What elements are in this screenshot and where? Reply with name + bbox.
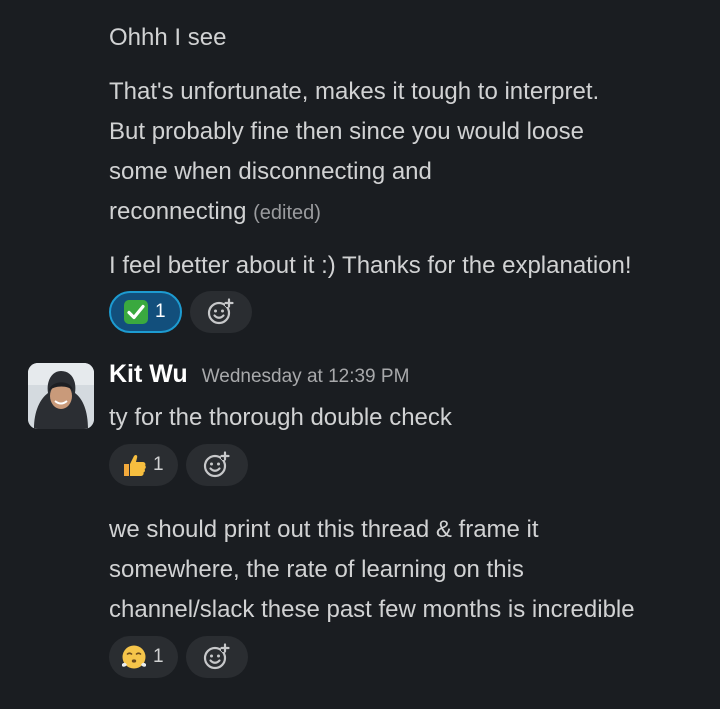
avatar[interactable] [28, 363, 94, 429]
message-text: I feel better about it :) Thanks for the… [109, 252, 632, 279]
message-text: ty for the thorough double check [109, 404, 452, 431]
message-text: Ohhh I see [109, 24, 227, 51]
reaction-bar: 1 [109, 636, 248, 678]
face-with-steam-icon [122, 645, 146, 669]
message-text: That's unfortunate, makes it tough to in… [109, 72, 599, 233]
reaction-count: 1 [153, 646, 164, 667]
message-text: we should print out this thread & frame … [109, 516, 635, 623]
user-avatar-image [28, 363, 94, 429]
check-mark-icon [124, 300, 148, 324]
add-reaction-button[interactable] [185, 636, 248, 678]
reaction-thumbs-up[interactable]: 1 [109, 444, 178, 486]
reaction-check-mark[interactable]: 1 [109, 291, 182, 333]
reaction-face-with-steam[interactable]: 1 [109, 636, 178, 678]
add-emoji-icon [203, 643, 230, 670]
message-body: That's unfortunate, makes it tough to in… [109, 78, 600, 225]
reaction-count: 1 [155, 301, 166, 322]
add-emoji-icon [203, 451, 230, 478]
author-name[interactable]: Kit Wu [109, 360, 188, 389]
add-reaction-button[interactable] [185, 444, 248, 486]
edited-label: (edited) [253, 202, 321, 224]
message-header: Kit Wu Wednesday at 12:39 PM [109, 360, 409, 389]
thumbs-up-icon [124, 454, 146, 476]
reaction-bar: 1 [109, 291, 252, 333]
add-reaction-button[interactable] [189, 291, 252, 333]
add-emoji-icon [207, 298, 234, 325]
reaction-count: 1 [153, 454, 164, 475]
reaction-bar: 1 [109, 444, 248, 486]
timestamp[interactable]: Wednesday at 12:39 PM [202, 366, 410, 388]
